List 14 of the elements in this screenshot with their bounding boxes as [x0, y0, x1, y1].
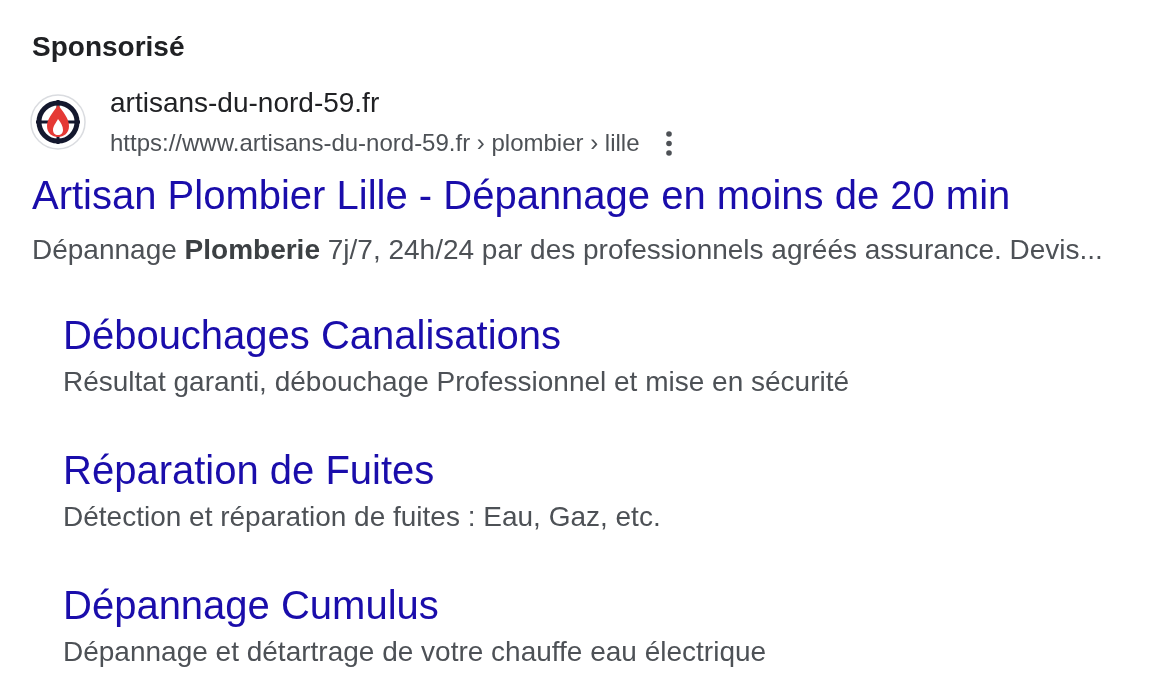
sitelink-title[interactable]: Réparation de Fuites	[63, 446, 435, 494]
ad-headline-link[interactable]: Artisan Plombier Lille - Dépannage en moins de 20 min	[32, 171, 1011, 219]
sponsored-label: Sponsorisé	[32, 30, 185, 64]
advertiser-name: artisans-du-nord-59.fr	[110, 86, 380, 120]
display-url: https://www.artisans-du-nord-59.fr › plombier › lille	[110, 128, 640, 158]
flame-logo-icon	[30, 94, 86, 150]
sitelink-description: Résultat garanti, débouchage Professionnel et mise en sécurité	[63, 365, 850, 399]
more-options-button[interactable]	[665, 130, 672, 156]
ad-description: Dépannage Plomberie 7j/7, 24h/24 par des professionnels agréés assurance. Devis...	[32, 233, 1103, 267]
sitelink-title[interactable]: Débouchages Canalisations	[63, 311, 562, 359]
sitelink-description: Dépannage et détartrage de votre chauffe eau électrique	[63, 635, 767, 669]
sitelink-title[interactable]: Dépannage Cumulus	[63, 581, 439, 629]
vertical-dots-icon	[665, 130, 672, 156]
sitelink-description: Détection et réparation de fuites : Eau, Gaz, etc.	[63, 500, 661, 534]
